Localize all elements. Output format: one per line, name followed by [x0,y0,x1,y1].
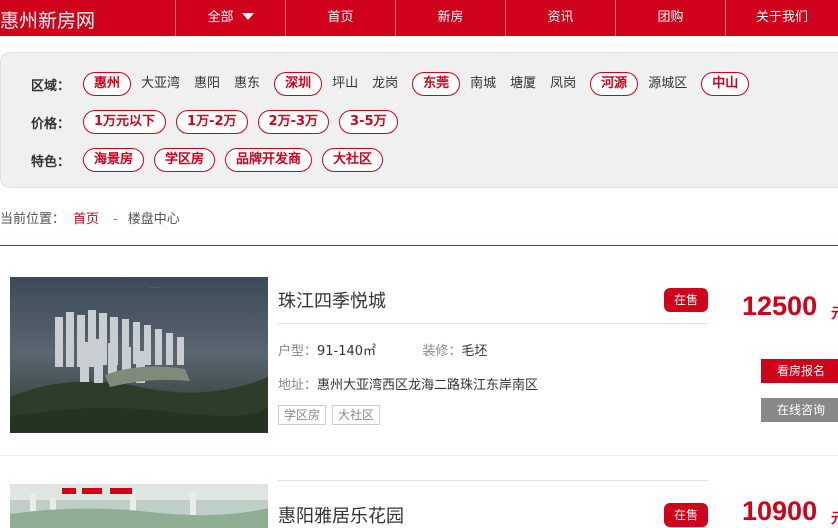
listing-title[interactable]: 惠阳雅居乐花园 [278,502,404,528]
region-option[interactable]: 深圳 [274,72,323,96]
layout-value: 91-140㎡ [317,344,377,359]
region-option[interactable]: 塘厦 [510,72,536,91]
visit-signup-button[interactable]: 看房报名 [761,359,838,383]
listing-divider [278,480,708,481]
site-logo[interactable]: 惠州新房网 [0,6,95,33]
filter-panel: 区域： 惠州 大亚湾 惠阳 惠东 深圳 坪山 龙岗 东莞 南城 塘厦 凤岗 河源 源城区 中山 价格： 1… [0,52,838,188]
region-option[interactable]: 凤岗 [550,72,576,91]
price-unit: 元 [831,303,838,323]
nav-item-group-buy[interactable]: 团购 [615,0,725,36]
breadcrumb-divider [0,245,838,246]
listing-price: 10900 [742,496,818,526]
price-option[interactable]: 2万-3万 [257,110,330,134]
listing-price: 12500 [742,291,818,321]
breadcrumb-current: 楼盘中心 [127,212,180,227]
decoration-label: 装修： [422,344,462,359]
nav-item-home[interactable]: 首页 [285,0,395,36]
region-option[interactable]: 大亚湾 [141,72,180,91]
listing-title[interactable]: 珠江四季悦城 [278,287,386,313]
feature-option[interactable]: 学区房 [154,148,216,172]
filter-row-feature: 特色： 海景房 学区房 品牌开发商 大社区 [31,147,393,173]
region-option[interactable]: 中山 [701,72,750,96]
filter-label-region: 区域： [31,78,71,94]
feature-option[interactable]: 品牌开发商 [225,148,313,172]
listing-separator [0,455,838,456]
price-option[interactable]: 1万-2万 [176,110,248,134]
breadcrumb-separator: - [113,212,118,227]
nav-item-all[interactable]: 全部 [175,0,285,36]
address-label: 地址： [278,378,318,393]
online-consult-button[interactable]: 在线咨询 [761,398,838,422]
listing-address: 地址：惠州大亚湾西区龙海二路珠江东岸南区 [278,374,538,393]
status-badge: 在售 [664,288,708,312]
breadcrumb-home-link[interactable]: 首页 [73,212,99,227]
region-option[interactable]: 河源 [590,72,639,96]
listing-thumbnail[interactable]: · · · · [10,277,268,433]
feature-option[interactable]: 大社区 [322,148,384,172]
listing-divider [278,323,708,324]
region-option[interactable]: 南城 [470,72,496,91]
nav-item-all-label: 全部 [207,10,234,25]
nav-item-about[interactable]: 关于我们 [725,0,838,36]
price-option[interactable]: 1万元以下 [83,110,167,134]
filter-label-price: 价格： [31,116,71,132]
svg-text:· · · ·: · · · · [150,285,159,290]
region-options: 惠州 大亚湾 惠阳 惠东 深圳 坪山 龙岗 东莞 南城 塘厦 凤岗 河源 源城区 中山 [83,72,759,96]
price-unit: 元 [831,508,838,528]
nav-item-news[interactable]: 资讯 [505,0,615,36]
status-badge: 在售 [664,503,708,527]
breadcrumb: 当前位置： 首页 - 楼盘中心 [0,208,180,227]
filter-row-price: 价格： 1万元以下 1万-2万 2万-3万 3-5万 [31,109,408,135]
layout-label: 户型： [278,344,318,359]
top-nav-bar: 惠州新房网 全部 首页 新房 资讯 团购 关于我们 [0,0,838,36]
breadcrumb-prefix: 当前位置： [0,212,66,227]
feature-tag: 学区房 [278,405,327,425]
region-option[interactable]: 源城区 [648,72,687,91]
listing-thumbnail[interactable] [10,484,268,528]
region-option[interactable]: 惠阳 [194,72,220,91]
region-option[interactable]: 坪山 [332,72,358,91]
region-option[interactable]: 东莞 [412,72,461,96]
feature-option[interactable]: 海景房 [83,148,145,172]
nav-item-new-homes[interactable]: 新房 [395,0,505,36]
listing-tags: 学区房 大社区 [278,405,386,425]
chevron-down-icon [241,13,254,20]
filter-row-region: 区域： 惠州 大亚湾 惠阳 惠东 深圳 坪山 龙岗 东莞 南城 塘厦 凤岗 河源 源城区 中山 [31,71,759,97]
price-option[interactable]: 3-5万 [339,110,398,134]
feature-tag: 大社区 [332,405,381,425]
listing-specs: 户型：91-140㎡ 装修：毛坯 [278,340,487,359]
filter-label-feature: 特色： [31,154,71,170]
address-value: 惠州大亚湾西区龙海二路珠江东岸南区 [317,378,539,393]
main-nav: 全部 首页 新房 资讯 团购 关于我们 [175,0,838,36]
decoration-value: 毛坯 [461,344,488,359]
region-option[interactable]: 惠州 [83,72,132,96]
region-option[interactable]: 惠东 [234,72,260,91]
region-option[interactable]: 龙岗 [372,72,398,91]
